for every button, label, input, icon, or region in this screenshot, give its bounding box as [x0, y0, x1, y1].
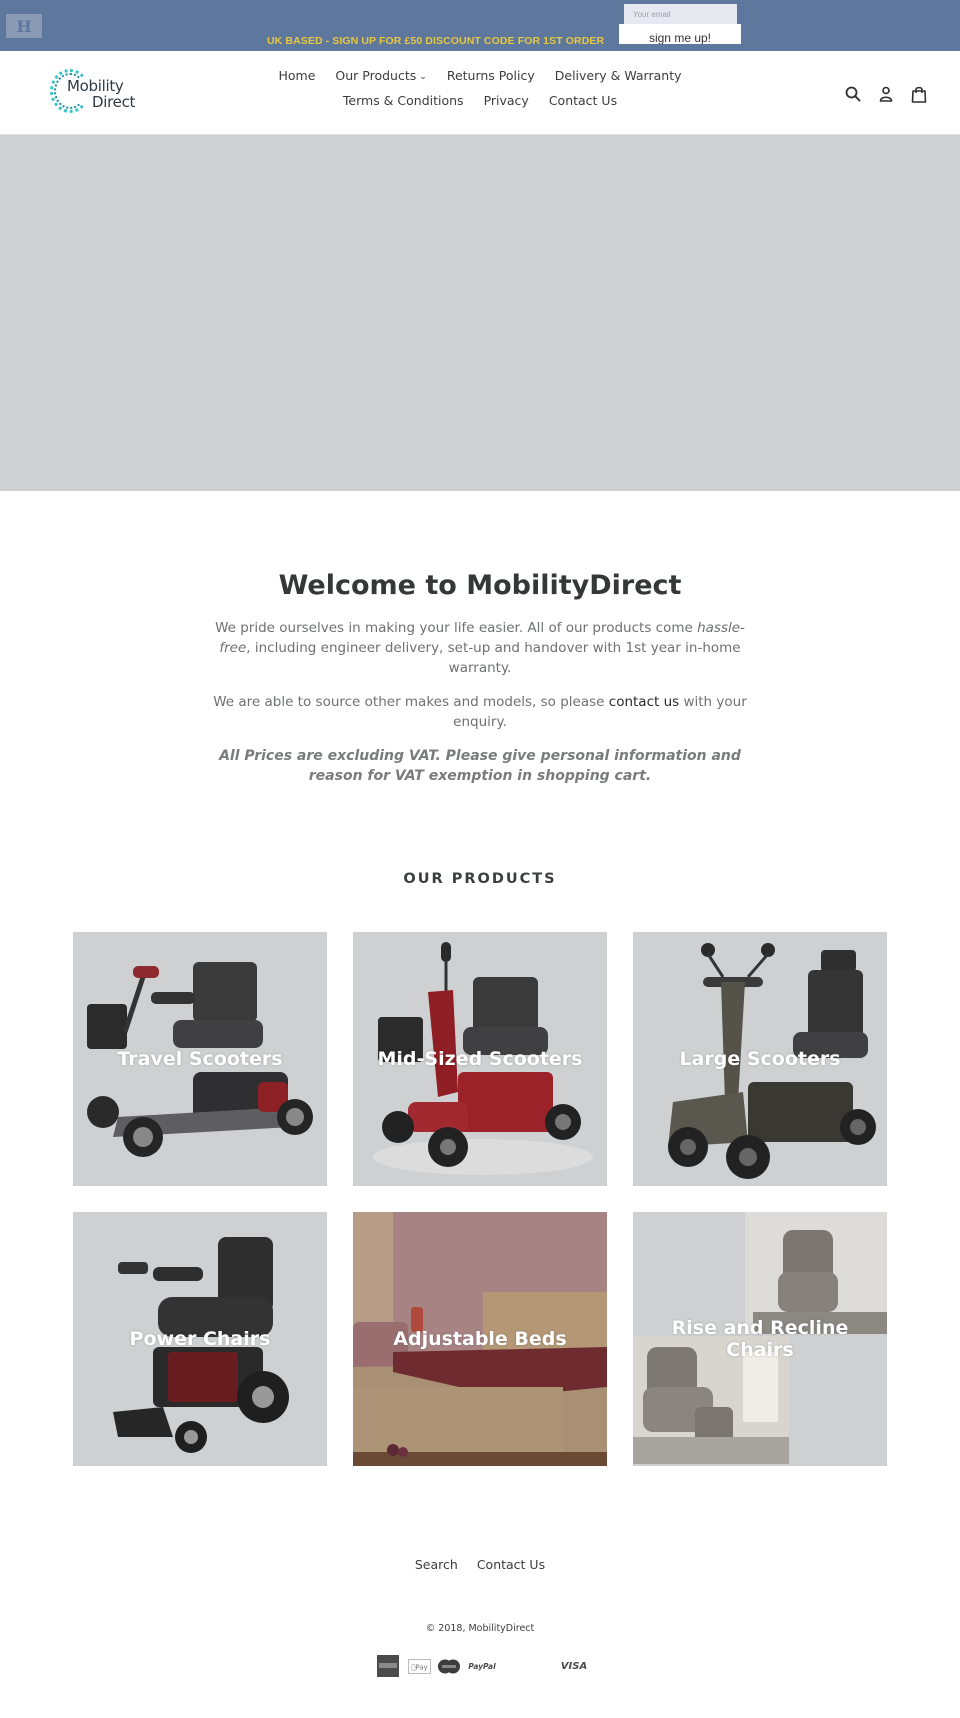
- chevron-down-icon: ⌄: [419, 72, 427, 82]
- product-label: Large Scooters: [679, 1048, 841, 1070]
- account-button[interactable]: [869, 83, 902, 105]
- products-title: OUR PRODUCTS: [403, 871, 557, 887]
- search-icon: [845, 86, 860, 102]
- product-label: Power Chairs: [129, 1328, 271, 1350]
- apple-pay-icon: Pay: [408, 1655, 431, 1677]
- page: H UK BASED - SIGN UP FOR £50 DISCOUNT CO…: [0, 0, 960, 1718]
- svg-text:Pay: Pay: [411, 1663, 428, 1671]
- product-tile-travel-scooters[interactable]: Travel Scooters: [73, 932, 327, 1186]
- product-label: Adjustable Beds: [393, 1328, 567, 1350]
- nav-delivery-warranty[interactable]: Delivery & Warranty: [545, 66, 692, 88]
- product-label: Rise and Recline Chairs: [671, 1317, 849, 1361]
- welcome-text: We pride ourselves in making your life e…: [210, 618, 750, 800]
- vat-note: All Prices are excluding VAT. Please giv…: [219, 748, 741, 784]
- product-grid: Travel Scooters Mid-Sized Scooters Large…: [73, 932, 887, 1466]
- copyright: © 2018, MobilityDirect: [425, 1623, 535, 1634]
- product-label: Travel Scooters: [117, 1048, 283, 1070]
- product-tile-mid-sized-scooters[interactable]: Mid-Sized Scooters: [353, 932, 607, 1186]
- account-icon: [879, 86, 892, 102]
- logo-text-direct: Direct: [92, 93, 136, 111]
- product-tile-power-chairs[interactable]: Power Chairs: [73, 1212, 327, 1466]
- welcome-title: Welcome to MobilityDirect: [278, 570, 682, 601]
- product-label: Mid-Sized Scooters: [377, 1048, 583, 1070]
- payment-icons: Pay PayPal VISA: [377, 1655, 587, 1679]
- hello-bar-logo-icon[interactable]: H: [6, 14, 42, 38]
- site-header: Mobility Direct Home Our Products ⌄ Retur…: [0, 51, 960, 135]
- welcome-p1-text: We pride ourselves in making your life e…: [215, 620, 698, 636]
- promo-signup-button[interactable]: sign me up!: [619, 24, 741, 44]
- product-tile-rise-recline-chairs[interactable]: Rise and Recline Chairs: [633, 1212, 887, 1466]
- paypal-icon: PayPal: [467, 1655, 497, 1677]
- nav-row-2: Terms & Conditions Privacy Contact Us: [200, 91, 760, 111]
- visa-label: VISA: [560, 1660, 588, 1672]
- footer-link-search[interactable]: Search: [415, 1557, 458, 1572]
- hero-banner: [0, 135, 960, 491]
- nav-contact-us[interactable]: Contact Us: [539, 91, 627, 111]
- mastercard-icon: [437, 1655, 461, 1677]
- nav-our-products[interactable]: Our Products ⌄: [325, 66, 436, 88]
- product-tile-adjustable-beds[interactable]: Adjustable Beds: [353, 1212, 607, 1466]
- header-icons: [836, 83, 935, 105]
- nav-home[interactable]: Home: [269, 66, 326, 88]
- cart-icon: [911, 86, 926, 103]
- visa-icon: VISA: [561, 1655, 587, 1677]
- promo-bar: H UK BASED - SIGN UP FOR £50 DISCOUNT CO…: [0, 0, 960, 51]
- welcome-p2-text: We are able to source other makes and mo…: [213, 694, 609, 710]
- footer-links: Search Contact Us: [0, 1557, 960, 1572]
- nav-returns-policy[interactable]: Returns Policy: [437, 66, 545, 88]
- nav-our-products-label: Our Products: [335, 68, 417, 83]
- product-tile-large-scooters[interactable]: Large Scooters: [633, 932, 887, 1186]
- footer-link-contact-us[interactable]: Contact Us: [477, 1557, 545, 1572]
- welcome-p1-text-end: , including engineer delivery, set-up an…: [246, 640, 741, 676]
- main-nav: Home Our Products ⌄ Returns Policy Delive…: [200, 66, 760, 111]
- nav-row-1: Home Our Products ⌄ Returns Policy Delive…: [200, 66, 760, 88]
- promo-message: UK BASED - SIGN UP FOR £50 DISCOUNT CODE…: [267, 35, 605, 47]
- welcome-paragraph-2: We are able to source other makes and mo…: [210, 692, 750, 732]
- welcome-paragraph-1: We pride ourselves in making your life e…: [210, 618, 750, 678]
- search-button[interactable]: [836, 83, 869, 105]
- promo-email-input[interactable]: [624, 4, 737, 24]
- paypal-label: PayPal: [468, 1661, 496, 1671]
- nav-privacy[interactable]: Privacy: [474, 91, 539, 111]
- nav-terms-conditions[interactable]: Terms & Conditions: [333, 91, 474, 111]
- amex-icon: [377, 1655, 399, 1677]
- cart-button[interactable]: [902, 83, 935, 105]
- contact-us-link[interactable]: contact us: [609, 694, 679, 710]
- site-logo[interactable]: Mobility Direct: [50, 67, 140, 117]
